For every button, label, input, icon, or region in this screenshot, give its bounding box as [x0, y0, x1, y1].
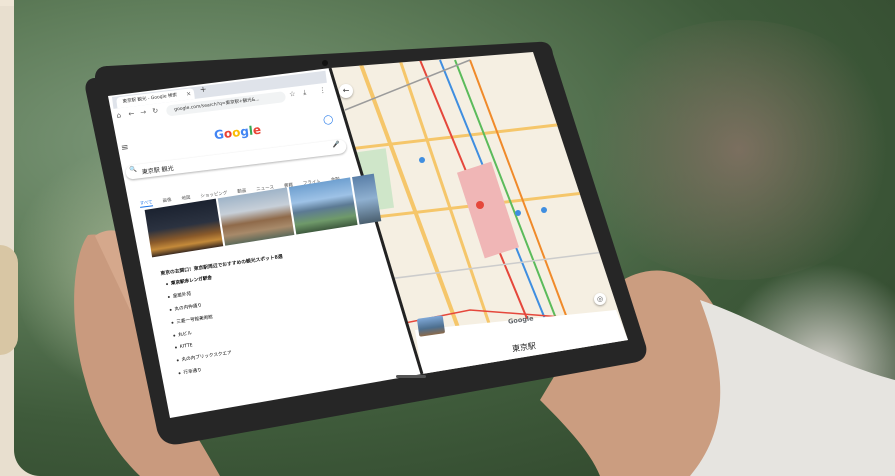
search-query-text: 東京駅 観光: [141, 165, 175, 176]
new-tab-button[interactable]: +: [199, 84, 207, 94]
google-logo: Google: [213, 122, 262, 143]
result-image-station-day[interactable]: [217, 187, 295, 246]
search-result-article: 東京の玄関口！東京駅周辺でおすすめの観光スポット8選 東京駅赤レンガ駅舎 皇居外…: [160, 239, 395, 388]
result-image-plaza[interactable]: [288, 177, 358, 235]
tab-title: 東京駅 観光 - Google 検索: [122, 93, 178, 105]
hamburger-icon[interactable]: ≡: [120, 143, 129, 154]
home-icon[interactable]: ⌂: [116, 111, 121, 119]
search-icon: 🔍: [129, 165, 138, 174]
account-icon[interactable]: ◯: [323, 115, 334, 126]
back-icon[interactable]: ←: [128, 110, 135, 119]
mic-icon[interactable]: 🎤: [332, 141, 340, 149]
tab-close-icon[interactable]: ×: [186, 88, 192, 100]
browser-window: 東京駅 観光 - Google 検索 × + ⌂ ← → ↻ google.co…: [0, 0, 895, 476]
forward-icon[interactable]: →: [140, 108, 147, 117]
menu-icon[interactable]: ⋮: [319, 86, 327, 95]
download-icon[interactable]: ⤓: [303, 88, 307, 97]
result-image-station-night[interactable]: [144, 198, 224, 258]
photo-scene: 東京駅 観光 - Google 検索 × + ⌂ ← → ↻ google.co…: [0, 0, 895, 476]
star-icon[interactable]: ☆: [289, 90, 296, 99]
reload-icon[interactable]: ↻: [152, 107, 159, 116]
